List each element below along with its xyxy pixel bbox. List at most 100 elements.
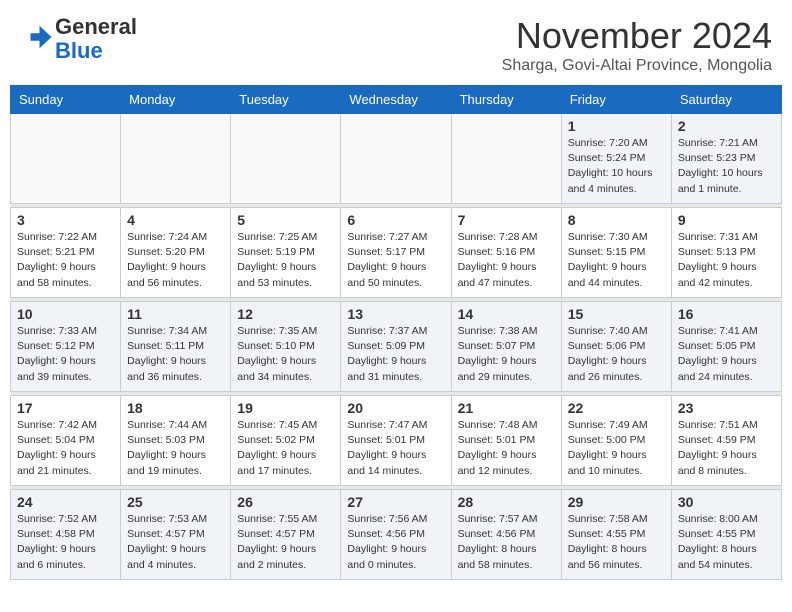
day-info: Sunrise: 7:57 AM Sunset: 4:56 PM Dayligh… [458, 512, 555, 573]
day-info: Sunrise: 7:47 AM Sunset: 5:01 PM Dayligh… [347, 418, 444, 479]
day-number: 6 [347, 212, 444, 228]
day-info: Sunrise: 7:21 AM Sunset: 5:23 PM Dayligh… [678, 136, 775, 197]
day-info: Sunrise: 7:58 AM Sunset: 4:55 PM Dayligh… [568, 512, 665, 573]
calendar-day-cell: 20 Sunrise: 7:47 AM Sunset: 5:01 PM Dayli… [341, 396, 451, 486]
calendar-day-cell: 13Sunrise: 7:37 AM Sunset: 5:09 PM Dayli… [341, 302, 451, 392]
day-number: 18 [127, 400, 224, 416]
calendar-day-cell: 10 Sunrise: 7:33 AM Sunset: 5:12 PM Dayli… [11, 302, 121, 392]
day-info: Sunrise: 7:33 AM Sunset: 5:12 PM Dayligh… [17, 324, 114, 385]
day-info: Sunrise: 7:34 AM Sunset: 5:11 PM Dayligh… [127, 324, 224, 385]
calendar-table: SundayMondayTuesdayWednesdayThursdayFrid… [10, 85, 782, 580]
day-number: 27 [347, 494, 444, 510]
day-info: Sunrise: 7:28 AM Sunset: 5:16 PM Dayligh… [458, 230, 555, 291]
calendar-day-cell: 17 Sunrise: 7:42 AM Sunset: 5:04 PM Dayli… [11, 396, 121, 486]
day-info: Sunrise: 7:49 AM Sunset: 5:00 PM Dayligh… [568, 418, 665, 479]
day-info: Sunrise: 7:20 AM Sunset: 5:24 PM Dayligh… [568, 136, 665, 197]
month-year-title: November 2024 [502, 15, 772, 57]
calendar-day-cell: 29 Sunrise: 7:58 AM Sunset: 4:55 PM Dayli… [561, 490, 671, 580]
calendar-day-cell: 23Sunrise: 7:51 AM Sunset: 4:59 PM Dayli… [671, 396, 781, 486]
calendar-day-cell: 16Sunrise: 7:41 AM Sunset: 5:05 PM Dayli… [671, 302, 781, 392]
calendar-day-cell: 6 Sunrise: 7:27 AM Sunset: 5:17 PM Daylig… [341, 208, 451, 298]
calendar-week-row: 10 Sunrise: 7:33 AM Sunset: 5:12 PM Dayli… [11, 302, 782, 392]
calendar-day-cell [121, 114, 231, 204]
day-number: 12 [237, 306, 334, 322]
col-header-tuesday: Tuesday [231, 86, 341, 114]
day-number: 15 [568, 306, 665, 322]
col-header-friday: Friday [561, 86, 671, 114]
day-info: Sunrise: 7:48 AM Sunset: 5:01 PM Dayligh… [458, 418, 555, 479]
day-info: Sunrise: 7:27 AM Sunset: 5:17 PM Dayligh… [347, 230, 444, 291]
day-info: Sunrise: 7:44 AM Sunset: 5:03 PM Dayligh… [127, 418, 224, 479]
day-info: Sunrise: 7:22 AM Sunset: 5:21 PM Dayligh… [17, 230, 114, 291]
calendar-day-cell: 18 Sunrise: 7:44 AM Sunset: 5:03 PM Dayli… [121, 396, 231, 486]
calendar-week-row: 17 Sunrise: 7:42 AM Sunset: 5:04 PM Dayli… [11, 396, 782, 486]
calendar-day-cell [341, 114, 451, 204]
calendar-header-row: SundayMondayTuesdayWednesdayThursdayFrid… [11, 86, 782, 114]
col-header-sunday: Sunday [11, 86, 121, 114]
calendar-day-cell: 8 Sunrise: 7:30 AM Sunset: 5:15 PM Daylig… [561, 208, 671, 298]
day-number: 26 [237, 494, 334, 510]
day-number: 3 [17, 212, 114, 228]
day-number: 29 [568, 494, 665, 510]
day-info: Sunrise: 8:00 AM Sunset: 4:55 PM Dayligh… [678, 512, 775, 573]
day-number: 4 [127, 212, 224, 228]
day-number: 30 [678, 494, 775, 510]
day-number: 19 [237, 400, 334, 416]
day-number: 22 [568, 400, 665, 416]
calendar-day-cell: 27 Sunrise: 7:56 AM Sunset: 4:56 PM Dayli… [341, 490, 451, 580]
col-header-thursday: Thursday [451, 86, 561, 114]
day-number: 9 [678, 212, 775, 228]
calendar-week-row: 24 Sunrise: 7:52 AM Sunset: 4:58 PM Dayli… [11, 490, 782, 580]
day-number: 28 [458, 494, 555, 510]
col-header-monday: Monday [121, 86, 231, 114]
day-info: Sunrise: 7:55 AM Sunset: 4:57 PM Dayligh… [237, 512, 334, 573]
logo-line2: Blue [55, 39, 137, 63]
day-info: Sunrise: 7:51 AM Sunset: 4:59 PM Dayligh… [678, 418, 775, 479]
calendar-day-cell: 4 Sunrise: 7:24 AM Sunset: 5:20 PM Daylig… [121, 208, 231, 298]
location-subtitle: Sharga, Govi-Altai Province, Mongolia [502, 57, 772, 75]
day-info: Sunrise: 7:35 AM Sunset: 5:10 PM Dayligh… [237, 324, 334, 385]
day-number: 21 [458, 400, 555, 416]
calendar-day-cell: 22 Sunrise: 7:49 AM Sunset: 5:00 PM Dayli… [561, 396, 671, 486]
day-number: 1 [568, 118, 665, 134]
day-info: Sunrise: 7:24 AM Sunset: 5:20 PM Dayligh… [127, 230, 224, 291]
day-info: Sunrise: 7:42 AM Sunset: 5:04 PM Dayligh… [17, 418, 114, 479]
calendar-day-cell: 3 Sunrise: 7:22 AM Sunset: 5:21 PM Daylig… [11, 208, 121, 298]
day-number: 17 [17, 400, 114, 416]
calendar-day-cell: 12 Sunrise: 7:35 AM Sunset: 5:10 PM Dayli… [231, 302, 341, 392]
day-number: 24 [17, 494, 114, 510]
day-number: 10 [17, 306, 114, 322]
day-number: 11 [127, 306, 224, 322]
day-info: Sunrise: 7:56 AM Sunset: 4:56 PM Dayligh… [347, 512, 444, 573]
day-number: 14 [458, 306, 555, 322]
calendar-day-cell: 14Sunrise: 7:38 AM Sunset: 5:07 PM Dayli… [451, 302, 561, 392]
calendar-day-cell: 26 Sunrise: 7:55 AM Sunset: 4:57 PM Dayli… [231, 490, 341, 580]
calendar-day-cell: 1 Sunrise: 7:20 AM Sunset: 5:24 PM Daylig… [561, 114, 671, 204]
logo-line1: General [55, 15, 137, 39]
day-number: 5 [237, 212, 334, 228]
day-number: 20 [347, 400, 444, 416]
calendar-day-cell: 9Sunrise: 7:31 AM Sunset: 5:13 PM Daylig… [671, 208, 781, 298]
day-number: 8 [568, 212, 665, 228]
col-header-saturday: Saturday [671, 86, 781, 114]
page-header: General Blue November 2024 Sharga, Govi-… [0, 0, 792, 80]
calendar-day-cell: 24 Sunrise: 7:52 AM Sunset: 4:58 PM Dayli… [11, 490, 121, 580]
calendar-day-cell: 19 Sunrise: 7:45 AM Sunset: 5:02 PM Dayli… [231, 396, 341, 486]
calendar-day-cell [231, 114, 341, 204]
day-number: 2 [678, 118, 775, 134]
day-info: Sunrise: 7:25 AM Sunset: 5:19 PM Dayligh… [237, 230, 334, 291]
day-info: Sunrise: 7:45 AM Sunset: 5:02 PM Dayligh… [237, 418, 334, 479]
calendar-day-cell: 28 Sunrise: 7:57 AM Sunset: 4:56 PM Dayli… [451, 490, 561, 580]
day-info: Sunrise: 7:52 AM Sunset: 4:58 PM Dayligh… [17, 512, 114, 573]
calendar-day-cell: 25 Sunrise: 7:53 AM Sunset: 4:57 PM Dayli… [121, 490, 231, 580]
col-header-wednesday: Wednesday [341, 86, 451, 114]
calendar-day-cell [451, 114, 561, 204]
calendar-day-cell: 5 Sunrise: 7:25 AM Sunset: 5:19 PM Daylig… [231, 208, 341, 298]
day-number: 25 [127, 494, 224, 510]
day-info: Sunrise: 7:40 AM Sunset: 5:06 PM Dayligh… [568, 324, 665, 385]
day-info: Sunrise: 7:53 AM Sunset: 4:57 PM Dayligh… [127, 512, 224, 573]
calendar-day-cell: 11 Sunrise: 7:34 AM Sunset: 5:11 PM Dayli… [121, 302, 231, 392]
title-block: November 2024 Sharga, Govi-Altai Provinc… [502, 15, 772, 75]
day-info: Sunrise: 7:30 AM Sunset: 5:15 PM Dayligh… [568, 230, 665, 291]
calendar-day-cell: 15 Sunrise: 7:40 AM Sunset: 5:06 PM Dayli… [561, 302, 671, 392]
